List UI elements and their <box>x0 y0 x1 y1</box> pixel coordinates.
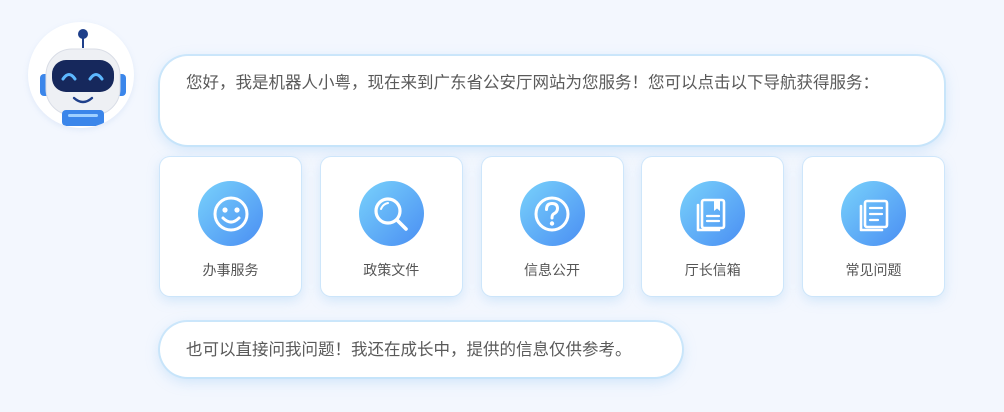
nav-card-disclosure[interactable]: 信息公开 <box>481 157 623 296</box>
magnifier-icon <box>358 181 424 246</box>
robot-icon <box>40 29 126 126</box>
nav-card-label: 信息公开 <box>524 263 580 279</box>
nav-card-services[interactable]: 办事服务 <box>160 157 301 296</box>
footer-bubble: 也可以直接问我问题！我还在成长中，提供的信息仅供参考。 <box>160 322 682 377</box>
service-nav: 办事服务 政策文件 信息公开 厅长信箱 常见问题 <box>160 157 944 296</box>
smiley-face-icon <box>198 181 263 246</box>
nav-card-label: 厅长信箱 <box>684 263 741 279</box>
greeting-bubble: 您好，我是机器人小粤，现在来到广东省公安厅网站为您服务！您可以点击以下导航获得服… <box>160 56 944 145</box>
footer-text: 也可以直接问我问题！我还在成长中，提供的信息仅供参考。 <box>186 340 632 359</box>
mailbox-book-icon <box>680 181 746 246</box>
nav-card-mailbox[interactable]: 厅长信箱 <box>642 157 784 296</box>
question-mark-icon <box>519 181 585 246</box>
nav-card-faq[interactable]: 常见问题 <box>803 157 944 296</box>
nav-card-label: 办事服务 <box>202 263 259 279</box>
document-list-icon <box>841 181 906 246</box>
nav-card-label: 政策文件 <box>363 263 420 279</box>
nav-card-policy[interactable]: 政策文件 <box>320 157 462 296</box>
greeting-text: 您好，我是机器人小粤，现在来到广东省公安厅网站为您服务！您可以点击以下导航获得服… <box>186 73 879 92</box>
robot-avatar <box>28 22 134 128</box>
nav-card-label: 常见问题 <box>845 263 902 279</box>
